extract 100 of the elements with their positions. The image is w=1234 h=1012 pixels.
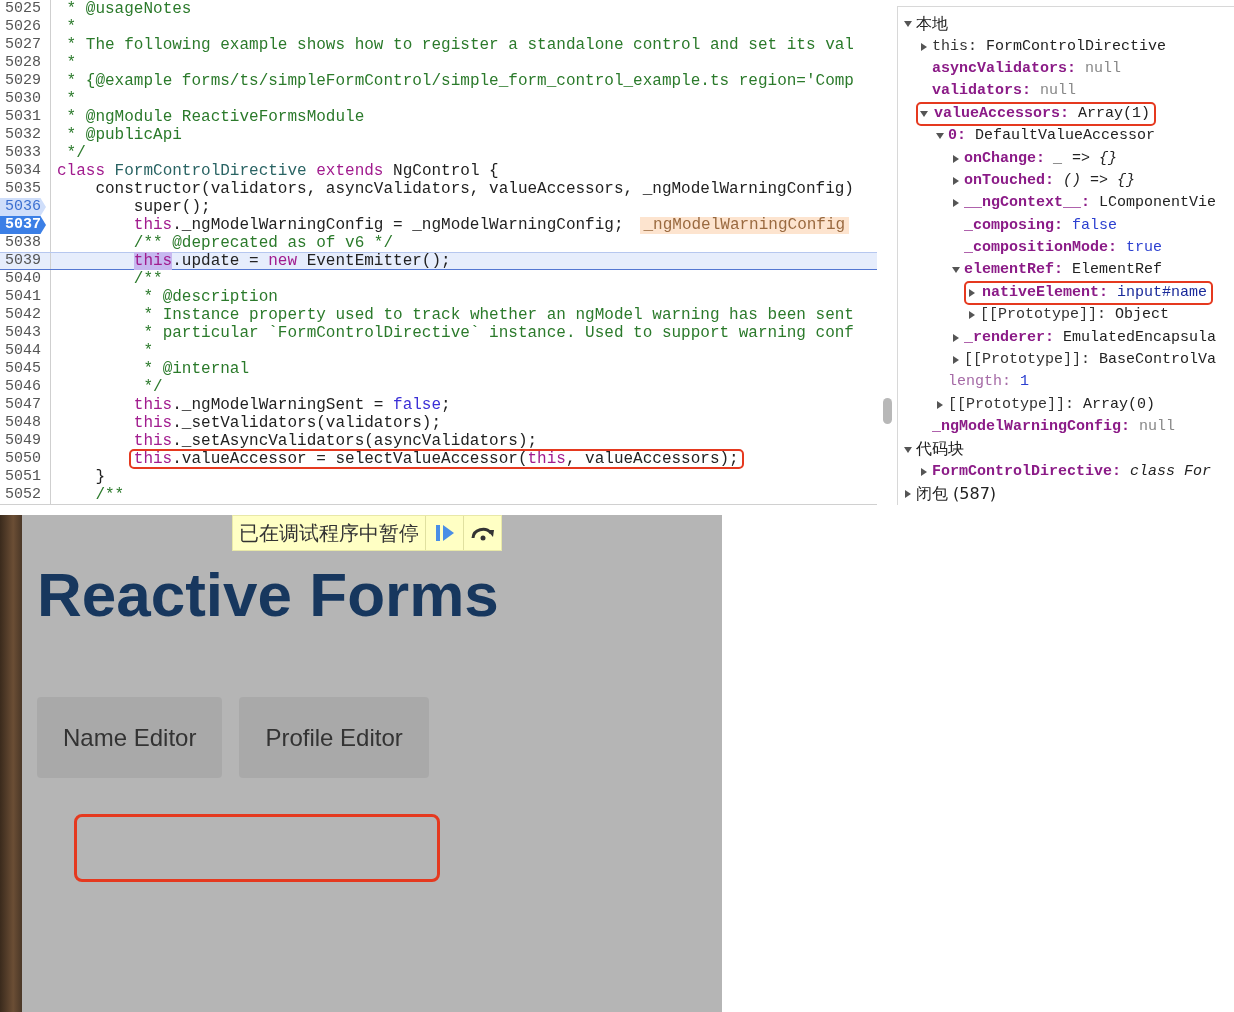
collapsed-arrow-icon[interactable] [952, 154, 960, 163]
resume-icon [434, 524, 455, 542]
code-line: * Instance property used to track whether an ngModel warning has been sent [143, 307, 854, 323]
line-number: 5051 [4, 468, 42, 486]
line-number: 5042 [4, 306, 42, 324]
line-number: 5040 [4, 270, 42, 288]
line-number: 5049 [4, 432, 42, 450]
line-number: 5045 [4, 360, 42, 378]
scope-section[interactable]: 本地 [916, 13, 948, 35]
collapsed-arrow-icon[interactable] [968, 288, 976, 297]
code-line: /** [133, 271, 163, 287]
code-line: * {@example forms/ts/simpleFormControl/simple_form_control_example.ts region='Comp [66, 73, 854, 89]
line-number: 5026 [4, 18, 42, 36]
code-line: this._setAsyncValidators(asyncValidators); [133, 433, 538, 449]
code-line: this.update = new EventEmitter(); [133, 253, 451, 269]
scope-variable[interactable]: elementRef: ElementRef [964, 260, 1163, 281]
code-line: * [66, 19, 77, 35]
line-number: 5052 [4, 486, 42, 504]
scope-variable[interactable]: validators: null [932, 81, 1077, 102]
line-number: 5050 [4, 450, 42, 468]
editor-button[interactable]: Name Editor [37, 697, 223, 778]
line-number: 5028 [4, 54, 42, 72]
code-line: */ [143, 379, 163, 395]
line-number: 5027 [4, 36, 42, 54]
scope-variable[interactable]: this: FormControlDirective [932, 36, 1167, 57]
collapsed-arrow-icon[interactable] [936, 400, 944, 409]
collapsed-arrow-icon[interactable] [968, 311, 976, 320]
scope-variable[interactable]: length: 1 [948, 372, 1030, 393]
line-number: 5041 [4, 288, 42, 306]
line-number: 5035 [4, 180, 42, 198]
line-number: 5033 [4, 144, 42, 162]
expanded-arrow-icon[interactable] [936, 132, 944, 141]
scope-variable[interactable]: _renderer: EmulatedEncapsula [964, 327, 1217, 348]
code-line: } [95, 469, 105, 485]
editor-button[interactable]: Profile Editor [239, 697, 429, 778]
scope-variable[interactable]: onChange: _ => {} [964, 148, 1118, 169]
collapsed-arrow-icon[interactable] [904, 490, 912, 499]
code-line: class FormControlDirective extends NgControl { [57, 163, 499, 179]
line-number: 5039 [4, 252, 42, 270]
code-line: * @ngModule ReactiveFormsModule [66, 109, 365, 125]
line-number: 5032 [4, 126, 42, 144]
line-number: 5031 [4, 108, 42, 126]
code-line: * [143, 343, 154, 359]
scope-variable[interactable]: nativeElement: input#name [964, 280, 1214, 305]
code-line: * @description [143, 289, 278, 305]
expanded-arrow-icon[interactable] [952, 266, 960, 275]
line-number: 5034 [4, 162, 42, 180]
code-line: this._ngModelWarningSent = false; [133, 397, 451, 413]
scope-variable[interactable]: valueAccessors: Array(1) [916, 101, 1157, 126]
scope-variable[interactable]: onTouched: () => {} [964, 170, 1136, 191]
inline-value: _ngModelWarningConfig [639, 216, 850, 234]
scope-section[interactable]: 代码块 [916, 439, 964, 461]
input-field[interactable] [74, 814, 440, 882]
scope-variable[interactable]: [[Prototype]]: Object [980, 305, 1170, 326]
scope-variable[interactable]: __ngContext__: LComponentVie [964, 193, 1217, 214]
code-line: * [66, 55, 77, 71]
scope-variable[interactable]: asyncValidators: null [932, 58, 1122, 79]
line-number: 5029 [4, 72, 42, 90]
code-line: * [66, 91, 77, 107]
scope-variable[interactable]: _composing: false [964, 215, 1118, 236]
line-number: 5044 [4, 342, 42, 360]
code-line: constructor(validators, asyncValidators, valueAccessors, _ngModelWarningConfig) [95, 181, 854, 197]
scope-variable[interactable]: [[Prototype]]: Array(0) [948, 394, 1156, 415]
line-number: 5030 [4, 90, 42, 108]
code-line: * @publicApi [66, 127, 182, 143]
breakpoint-marker[interactable]: 5036 [0, 198, 46, 216]
code-line: * particular `FormControlDirective` instance. Used to support warning conf [143, 325, 854, 341]
code-line: this._setValidators(validators); [133, 415, 442, 431]
collapsed-arrow-icon[interactable] [952, 356, 960, 365]
code-line: * @internal [143, 361, 250, 377]
line-number: 5043 [4, 324, 42, 342]
collapsed-arrow-icon[interactable] [952, 333, 960, 342]
paused-message: 已在调试程序中暂停 [238, 520, 420, 547]
line-number: 5048 [4, 414, 42, 432]
code-line: /** @deprecated as of v6 */ [133, 235, 394, 251]
collapsed-arrow-icon[interactable] [920, 42, 928, 51]
scope-variable[interactable]: _compositionMode: true [964, 238, 1163, 259]
collapsed-arrow-icon[interactable] [952, 199, 960, 208]
line-number: 5025 [4, 0, 42, 18]
scope-section[interactable]: 闭包 (587) [916, 483, 997, 505]
breakpoint-marker[interactable]: 5037 [0, 216, 46, 234]
page-heading: Reactive Forms [37, 559, 500, 631]
scope-variable[interactable]: FormControlDirective: class For [932, 462, 1212, 482]
scrollbar-thumb[interactable] [882, 398, 892, 424]
code-line: */ [66, 145, 86, 161]
step-over-icon [469, 525, 496, 541]
expanded-arrow-icon[interactable] [920, 109, 928, 118]
line-number: 5046 [4, 378, 42, 396]
code-line: * The following example shows how to register a standalone control and set its val [66, 37, 854, 53]
code-line: /** [95, 487, 125, 503]
scope-variable[interactable]: 0: DefaultValueAccessor [948, 126, 1156, 147]
expanded-arrow-icon[interactable] [904, 20, 912, 29]
scope-variable[interactable]: _ngModelWarningConfig: null [932, 417, 1176, 438]
code-line: * @usageNotes [66, 1, 192, 17]
code-line: super(); [133, 199, 211, 215]
scope-variable[interactable]: [[Prototype]]: BaseControlVa [964, 350, 1217, 371]
expanded-arrow-icon[interactable] [904, 445, 912, 454]
collapsed-arrow-icon[interactable] [920, 468, 928, 476]
line-number: 5038 [4, 234, 42, 252]
collapsed-arrow-icon[interactable] [952, 176, 960, 185]
